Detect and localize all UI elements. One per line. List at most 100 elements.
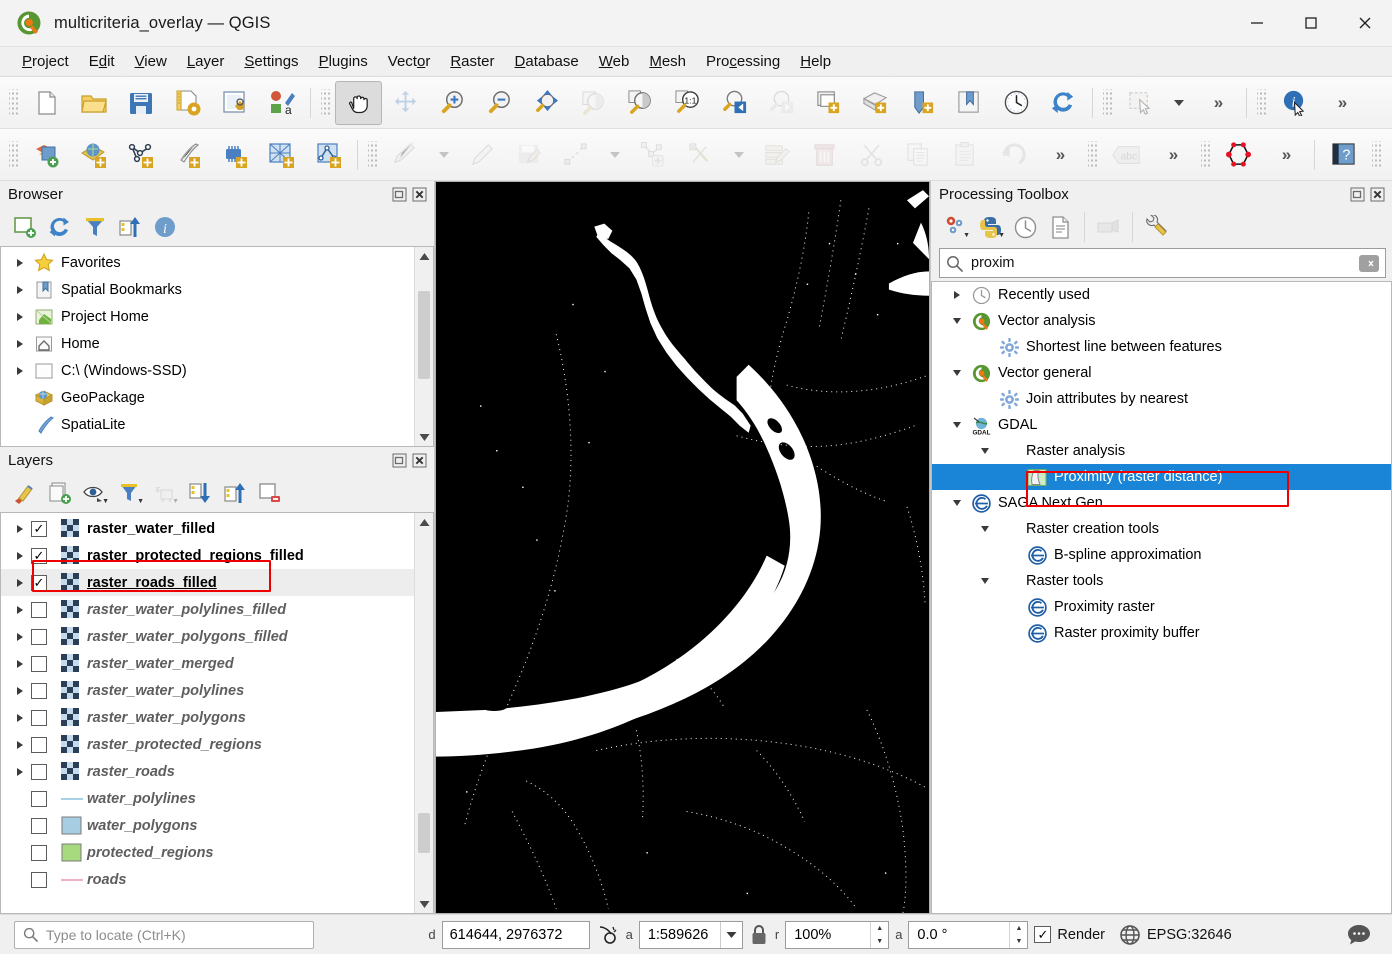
processing-item-gdal[interactable]: GDALGDAL: [932, 412, 1391, 438]
chevron-down-icon[interactable]: ▼: [102, 498, 109, 505]
layer-row-water_polygons[interactable]: water_polygons: [1, 812, 433, 839]
zoom-to-selection-icon[interactable]: [570, 81, 617, 125]
collapse-all-icon[interactable]: [218, 477, 251, 509]
zoom-full-icon[interactable]: [523, 81, 570, 125]
expand-arrow-icon[interactable]: [9, 367, 31, 375]
toolbar2-handle-3[interactable]: [1088, 141, 1097, 169]
processing-item-raster-tools[interactable]: Raster tools: [932, 568, 1391, 594]
save-project-icon[interactable]: [117, 81, 164, 125]
browser-item-home[interactable]: Home: [1, 330, 433, 357]
processing-item-vector-analysis[interactable]: Vector analysis: [932, 308, 1391, 334]
toolbar-overflow-1-icon[interactable]: »: [1194, 81, 1241, 125]
current-edits-icon[interactable]: [382, 133, 429, 177]
browser-close-icon[interactable]: [411, 186, 428, 203]
processing-item-raster-proximity-buffer[interactable]: Raster proximity buffer: [932, 620, 1391, 646]
layer-visibility-checkbox[interactable]: ✓: [31, 521, 47, 537]
locator-search-box[interactable]: Type to locate (Ctrl+K): [14, 921, 314, 949]
current-edits-dropdown[interactable]: [429, 133, 459, 177]
manage-visibility-icon[interactable]: ▼: [78, 477, 111, 509]
layer-row-raster_protected_regions_filled[interactable]: ✓ raster_protected_regions_filled: [1, 542, 433, 569]
layers-tree[interactable]: ✓ raster_water_filled✓ raster_protected_…: [0, 512, 434, 914]
select-features-dropdown[interactable]: [1164, 81, 1194, 125]
pan-to-selection-icon[interactable]: [382, 81, 429, 125]
lock-scale-icon[interactable]: [749, 924, 769, 946]
expand-arrow-icon[interactable]: [946, 422, 968, 428]
toolbar2-handle[interactable]: [9, 141, 18, 169]
add-wms-layer-icon[interactable]: [305, 133, 352, 177]
processing-item-proximity-raster-distance-[interactable]: Proximity (raster distance): [932, 464, 1391, 490]
menu-processing[interactable]: Processing: [696, 50, 790, 73]
scroll-up-icon[interactable]: [415, 513, 433, 531]
modify-attributes-icon[interactable]: [677, 133, 724, 177]
expand-arrow-icon[interactable]: [9, 259, 31, 267]
scale-combo[interactable]: 1:589626: [639, 921, 743, 949]
map-canvas[interactable]: [435, 181, 930, 914]
layers-float-icon[interactable]: [391, 452, 408, 469]
browser-item-geopackage[interactable]: GeoPackage: [1, 384, 433, 411]
zoom-out-icon[interactable]: [476, 81, 523, 125]
layer-row-raster_roads_filled[interactable]: ✓ raster_roads_filled: [1, 569, 433, 596]
layers-close-icon[interactable]: [411, 452, 428, 469]
processing-algorithm-tree[interactable]: Recently usedVector analysisShortest lin…: [931, 281, 1392, 914]
processing-item-b-spline-approximation[interactable]: B-spline approximation: [932, 542, 1391, 568]
menu-database[interactable]: Database: [505, 50, 589, 73]
python-scripts-icon[interactable]: ▼: [974, 211, 1007, 243]
plugin-network-icon[interactable]: [1386, 133, 1392, 177]
add-delimited-text-icon[interactable]: [164, 133, 211, 177]
models-icon[interactable]: ▼: [939, 211, 972, 243]
stepper-down-icon[interactable]: ▼: [1010, 935, 1027, 948]
expand-arrow-icon[interactable]: [974, 526, 996, 532]
menu-help[interactable]: Help: [790, 50, 841, 73]
layer-visibility-checkbox[interactable]: ✓: [31, 575, 47, 591]
menu-edit[interactable]: Edit: [79, 50, 125, 73]
expand-arrow-icon[interactable]: [9, 741, 31, 749]
processing-item-raster-creation-tools[interactable]: Raster creation tools: [932, 516, 1391, 542]
layer-visibility-checkbox[interactable]: [31, 602, 47, 618]
multi-edit-icon[interactable]: [754, 133, 801, 177]
new-print-layout-icon[interactable]: [211, 81, 258, 125]
expand-arrow-icon[interactable]: [9, 687, 31, 695]
properties-info-icon[interactable]: i: [148, 211, 181, 243]
zoom-last-icon[interactable]: [711, 81, 758, 125]
results-viewer-icon[interactable]: [1044, 211, 1077, 243]
menu-settings[interactable]: Settings: [234, 50, 308, 73]
layer-row-raster_water_polygons_filled[interactable]: raster_water_polygons_filled: [1, 623, 433, 650]
layer-row-raster_protected_regions[interactable]: raster_protected_regions: [1, 731, 433, 758]
toolbar2-overflow-2-icon[interactable]: »: [1149, 133, 1196, 177]
add-raster-layer-icon[interactable]: [70, 133, 117, 177]
layer-visibility-checkbox[interactable]: [31, 845, 47, 861]
minimize-button[interactable]: [1230, 0, 1284, 47]
messages-icon[interactable]: [1346, 923, 1372, 947]
toolbar2-overflow-3-icon[interactable]: »: [1262, 133, 1309, 177]
add-vector-layer-icon[interactable]: [23, 133, 70, 177]
scroll-thumb[interactable]: [418, 291, 430, 379]
menu-plugins[interactable]: Plugins: [309, 50, 378, 73]
close-button[interactable]: [1338, 0, 1392, 47]
processing-float-icon[interactable]: [1349, 186, 1366, 203]
style-manager-icon[interactable]: a: [258, 81, 305, 125]
processing-close-icon[interactable]: [1369, 186, 1386, 203]
expand-arrow-icon[interactable]: [974, 578, 996, 584]
add-feature-dropdown[interactable]: [600, 133, 630, 177]
expand-arrow-icon[interactable]: [9, 606, 31, 614]
toolbar2-handle-2[interactable]: [368, 141, 377, 169]
layer-row-raster_water_merged[interactable]: raster_water_merged: [1, 650, 433, 677]
browser-float-icon[interactable]: [391, 186, 408, 203]
remove-layer-icon[interactable]: [253, 477, 286, 509]
identify-features-icon[interactable]: i: [1271, 81, 1318, 125]
options-icon[interactable]: [1140, 211, 1173, 243]
layer-row-protected_regions[interactable]: protected_regions: [1, 839, 433, 866]
toolbar-handle-4[interactable]: [1257, 89, 1266, 117]
refresh-icon[interactable]: [43, 211, 76, 243]
processing-search-box[interactable]: proxim: [939, 248, 1386, 278]
render-checkbox[interactable]: ✓: [1034, 926, 1051, 943]
expand-arrow-icon[interactable]: [946, 370, 968, 376]
toolbar2-overflow-1-icon[interactable]: »: [1036, 133, 1083, 177]
menu-raster[interactable]: Raster: [440, 50, 504, 73]
add-mesh-layer-icon[interactable]: [117, 133, 164, 177]
layers-scrollbar[interactable]: [414, 513, 433, 913]
expand-arrow-icon[interactable]: [9, 714, 31, 722]
add-spatialite-icon[interactable]: [258, 133, 305, 177]
browser-item-spatialite[interactable]: SpatiaLite: [1, 411, 433, 438]
processing-item-proximity-raster[interactable]: Proximity raster: [932, 594, 1391, 620]
